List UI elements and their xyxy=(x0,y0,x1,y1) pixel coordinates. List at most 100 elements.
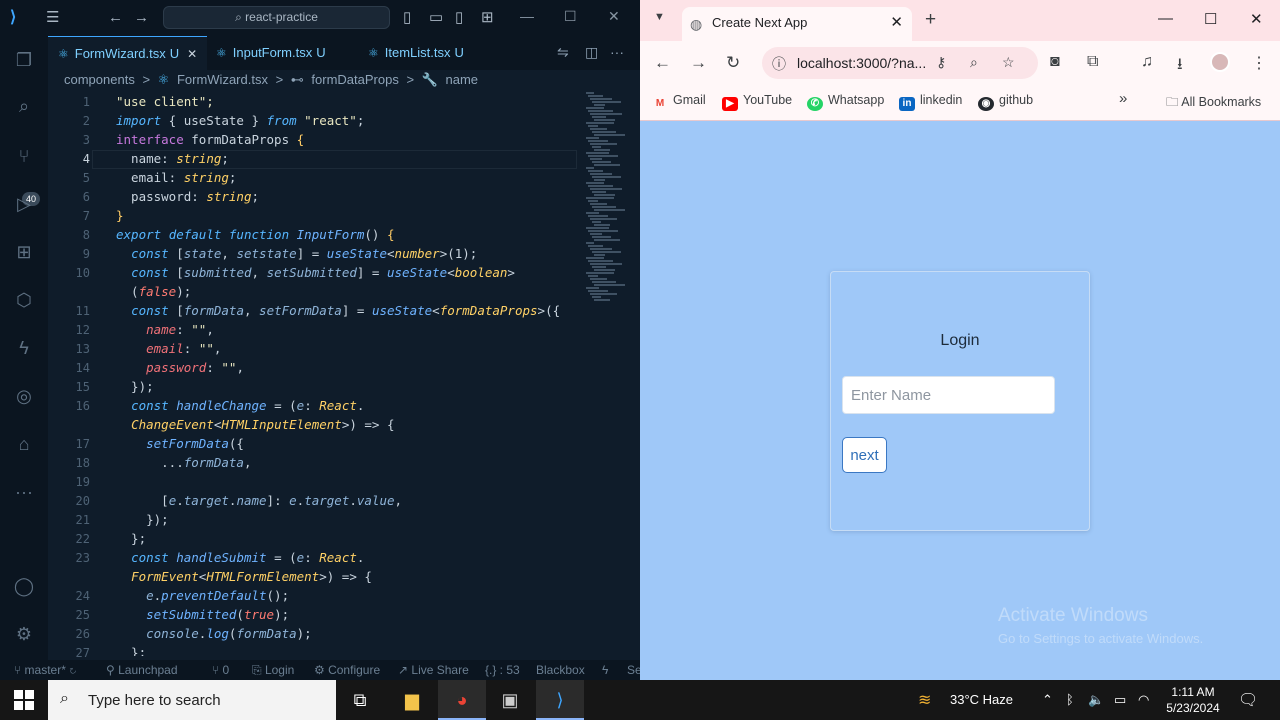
site-info-icon[interactable]: ⓘ xyxy=(772,54,786,74)
chrome-icon[interactable]: ◕ xyxy=(438,680,486,720)
name-input[interactable] xyxy=(842,376,1055,414)
code-line: } xyxy=(116,208,124,223)
terminal-icon[interactable]: ▣ xyxy=(486,680,534,720)
forward-arrow-icon[interactable]: → xyxy=(134,9,149,27)
taskbar-search-box[interactable]: ⌕ Type here to search xyxy=(48,680,336,720)
git-branch-indicator[interactable]: ⑂ master* ↻ xyxy=(14,663,76,677)
maximize-icon[interactable]: ☐ xyxy=(564,8,577,25)
live-share-item[interactable]: ↗ Live Share xyxy=(398,663,469,677)
bookmark-youtube[interactable]: ▶ YouTube xyxy=(722,93,792,111)
launchpad-item[interactable]: ⚲ Launchpad xyxy=(106,663,178,677)
bookmark-linkedin[interactable]: in linkedin xyxy=(899,93,962,111)
bluetooth-icon[interactable]: ᛒ xyxy=(1066,692,1074,707)
command-search-input[interactable]: ⌕ react-practice xyxy=(163,6,390,29)
weather-icon[interactable]: ≋ xyxy=(918,690,931,710)
minimap-line xyxy=(586,137,599,139)
toggle-panel-icon[interactable]: ▭ xyxy=(429,9,443,27)
bookmark-star-icon[interactable]: ☆ xyxy=(1002,54,1015,71)
code-line: email: string; xyxy=(116,170,237,185)
code-editor[interactable]: "use client"; import { useState } from "r… xyxy=(116,92,584,656)
minimize-icon[interactable]: — xyxy=(1158,10,1173,27)
tab-formwizard[interactable]: ⚛ FormWizard.tsx U ✕ xyxy=(48,36,208,70)
breadcrumb-item[interactable]: components xyxy=(64,72,135,87)
notification-icon[interactable]: 🗨 xyxy=(1238,690,1258,710)
minimap[interactable] xyxy=(584,92,628,302)
extensions-icon[interactable]: ⊞ xyxy=(12,240,36,264)
back-arrow-icon[interactable]: ← xyxy=(108,9,123,27)
toggle-sidebar-icon[interactable]: ▯ xyxy=(403,9,411,27)
more-actions-icon[interactable]: ··· xyxy=(610,44,624,60)
back-arrow-icon[interactable]: ← xyxy=(654,53,671,73)
media-control-icon[interactable]: ♫ xyxy=(1141,53,1153,71)
account-icon[interactable]: ◯ xyxy=(12,574,36,598)
docker-icon[interactable]: ⌂ xyxy=(12,432,36,456)
menu-icon[interactable]: ☰ xyxy=(46,9,59,27)
close-tab-icon[interactable]: ✕ xyxy=(187,47,197,61)
breadcrumb-item[interactable]: FormWizard.tsx xyxy=(177,72,268,87)
maximize-icon[interactable]: ☐ xyxy=(1204,10,1217,28)
bookmark-github[interactable]: ◉ github xyxy=(978,93,1033,111)
bolt-icon[interactable]: ϟ xyxy=(602,663,608,677)
file-explorer-icon[interactable]: ▆ xyxy=(388,680,436,720)
extensions-puzzle-icon[interactable]: ⧉ xyxy=(1087,53,1098,71)
run-debug-icon[interactable]: ▷ xyxy=(12,192,36,216)
reload-icon[interactable]: ↻ xyxy=(726,53,740,73)
blackbox-item[interactable]: Blackbox xyxy=(536,663,585,677)
minimize-icon[interactable]: — xyxy=(520,8,534,24)
battery-icon[interactable]: ▭ xyxy=(1114,692,1126,708)
settings-gear-icon[interactable]: ⚙ xyxy=(12,622,36,646)
minimap-line xyxy=(590,278,607,280)
kebab-menu-icon[interactable]: ⋮ xyxy=(1251,53,1267,73)
customize-layout-icon[interactable]: ⊞ xyxy=(481,9,494,27)
bookmark-gmail[interactable]: M Gmail xyxy=(652,93,706,111)
all-bookmarks-folder[interactable]: 🗀 All Bookmarks xyxy=(1166,93,1261,114)
url-text[interactable]: localhost:3000/?na... xyxy=(797,55,926,71)
weather-text[interactable]: 33°C Haze xyxy=(950,692,1013,707)
cursor-position[interactable]: {.} : 53 xyxy=(485,663,520,677)
show-hidden-icons-chevron-icon[interactable]: ⌃ xyxy=(1042,692,1053,708)
tab-itemlist[interactable]: ⚛ ItemList.tsx U xyxy=(358,36,474,70)
close-icon[interactable]: ✕ xyxy=(608,8,620,25)
remote-icon[interactable]: ⬡ xyxy=(12,288,36,312)
tab-inputform[interactable]: ⚛ InputForm.tsx U xyxy=(206,36,336,70)
compare-changes-icon[interactable]: ⇋ xyxy=(557,44,569,61)
volume-icon[interactable]: 🔈 xyxy=(1088,692,1104,708)
minimap-line xyxy=(586,257,604,259)
code-line: email: "", xyxy=(146,341,222,356)
toggle-secondary-sidebar-icon[interactable]: ▯ xyxy=(455,9,463,27)
download-icon[interactable]: ⭳ xyxy=(1177,53,1183,80)
next-button[interactable]: next xyxy=(842,437,887,473)
ports-item[interactable]: ⑂ 0 xyxy=(212,663,229,677)
close-icon[interactable]: ✕ xyxy=(1250,10,1263,28)
more-icon[interactable]: ··· xyxy=(12,480,36,504)
login-item[interactable]: ⎘ Login xyxy=(252,663,294,678)
browser-tab[interactable]: ◍ Create Next App ✕ xyxy=(682,7,912,41)
source-control-icon[interactable]: ⑂ xyxy=(12,144,36,168)
breadcrumb-item[interactable]: formDataProps xyxy=(311,72,398,87)
lightning-icon[interactable]: ϟ xyxy=(12,336,36,360)
task-view-icon[interactable]: ⧉ xyxy=(336,680,384,720)
configure-item[interactable]: ⚙ Configure xyxy=(314,663,380,677)
password-key-icon[interactable]: ⚷ xyxy=(936,54,946,71)
explorer-icon[interactable]: ❐ xyxy=(12,48,36,72)
zoom-icon[interactable]: ⌕ xyxy=(970,54,978,71)
profile-avatar[interactable] xyxy=(1210,52,1230,72)
split-editor-icon[interactable]: ◫ xyxy=(585,44,598,61)
close-tab-icon[interactable]: ✕ xyxy=(890,13,903,31)
wifi-icon[interactable]: ◠ xyxy=(1138,692,1149,708)
breadcrumb-separator: > xyxy=(406,72,415,87)
timeline-icon[interactable]: ◎ xyxy=(12,384,36,408)
breadcrumb-item[interactable]: name xyxy=(446,72,479,87)
search-icon[interactable]: ⌕ xyxy=(12,94,36,118)
tab-search-chevron-icon[interactable]: ▼ xyxy=(654,11,665,23)
more-bookmarks-chevron-icon[interactable]: » xyxy=(1119,90,1127,107)
windows-start-icon[interactable] xyxy=(14,690,34,710)
camera-icon[interactable]: ◙ xyxy=(1050,53,1060,71)
address-bar[interactable]: ⓘ localhost:3000/?na... ⚷ ⌕ ☆ xyxy=(762,47,1038,79)
system-clock[interactable]: 1:11 AM 5/23/2024 xyxy=(1158,684,1228,716)
line-number: 12 xyxy=(75,323,90,337)
vscode-taskbar-icon[interactable]: ⟩ xyxy=(536,680,584,720)
forward-arrow-icon[interactable]: → xyxy=(690,53,707,73)
bookmark-whatsapp[interactable]: ✆ Whatsapp xyxy=(807,93,884,111)
new-tab-icon[interactable]: + xyxy=(925,9,936,31)
